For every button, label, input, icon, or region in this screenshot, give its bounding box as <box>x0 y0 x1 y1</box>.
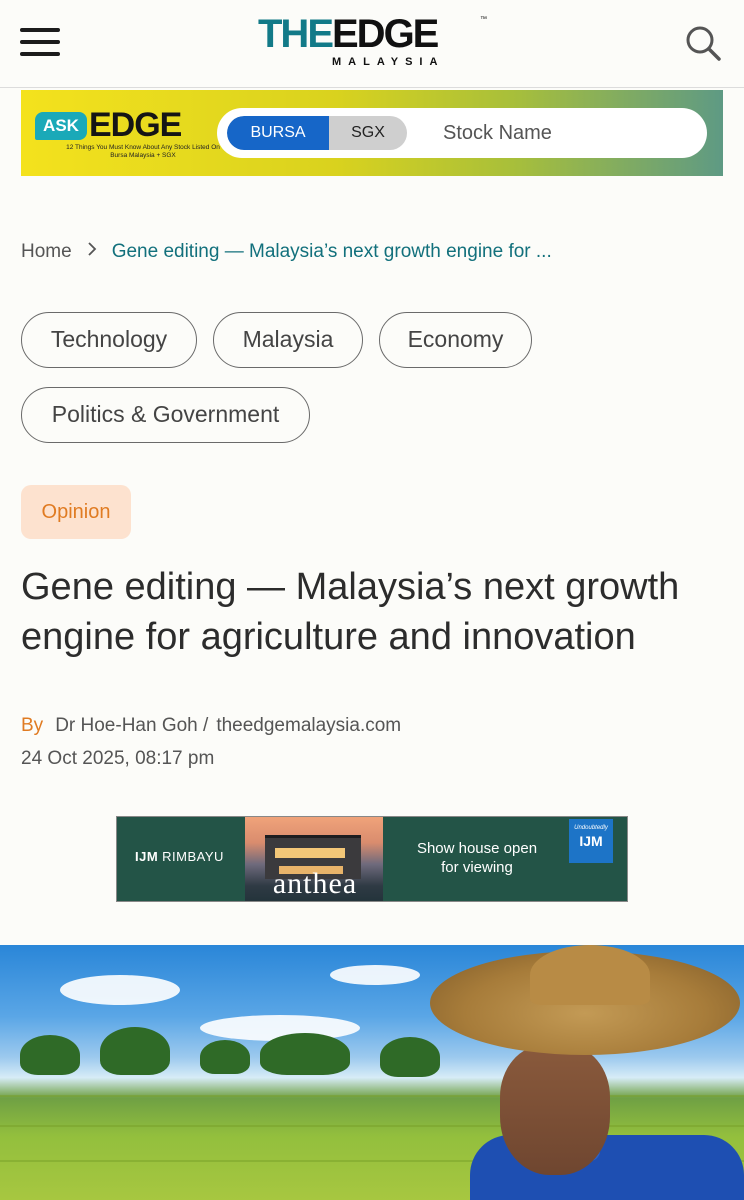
breadcrumb-home-link[interactable]: Home <box>21 241 72 262</box>
chevron-right-icon <box>72 238 112 266</box>
the-edge-logo[interactable]: THEEDGE ™ MALAYSIA <box>258 14 488 70</box>
bursa-tab[interactable]: BURSA <box>227 116 329 150</box>
tree <box>20 1035 80 1075</box>
article-title: Gene editing — Malaysia’s next growth en… <box>21 566 680 658</box>
farmer-hat-crown <box>530 945 650 1005</box>
tree <box>260 1033 350 1075</box>
logo-edge: EDGE <box>332 12 439 56</box>
ad-message: Show house open for viewing <box>407 839 547 877</box>
hamburger-menu-icon[interactable] <box>20 28 62 58</box>
publish-date: 24 Oct 2025, 08:17 pm <box>21 748 215 769</box>
logo-subtitle: MALAYSIA <box>332 56 445 68</box>
tree <box>380 1037 440 1077</box>
stock-search-box: BURSA SGX <box>217 108 707 158</box>
author-link[interactable]: Dr Hoe-Han Goh / <box>55 715 208 736</box>
ask-edge-word: EDGE <box>89 106 182 144</box>
search-icon[interactable] <box>684 24 722 62</box>
tag-malaysia[interactable]: Malaysia <box>213 312 363 368</box>
exchange-toggle: BURSA SGX <box>227 116 407 150</box>
ad-brand: IJM RIMBAYU <box>135 849 224 864</box>
menu-bar <box>20 40 60 44</box>
category-badge-opinion[interactable]: Opinion <box>21 485 131 539</box>
ad-brand-ijm: IJM <box>135 849 159 864</box>
ijm-badge-logo: Undoubtedly IJM <box>569 819 613 863</box>
site-header: THEEDGE ™ MALAYSIA <box>0 0 744 88</box>
farmer-face <box>500 1045 610 1175</box>
ad-message-line1: Show house open <box>416 840 538 857</box>
stock-name-input[interactable] <box>443 118 683 148</box>
logo-wordmark: THEEDGE <box>258 12 439 56</box>
ad-badge-tagline: Undoubtedly <box>574 825 608 831</box>
ad-brand-rimbayu: RIMBAYU <box>162 849 224 864</box>
cloud <box>330 965 420 985</box>
ask-edge-tagline: 12 Things You Must Know About Any Stock … <box>66 144 220 159</box>
byline: By Dr Hoe-Han Goh / theedgemalaysia.com <box>21 712 721 740</box>
tag-economy[interactable]: Economy <box>379 312 532 368</box>
sgx-tab[interactable]: SGX <box>329 116 407 150</box>
ask-edge-logo[interactable]: ASK EDGE 12 Things You Must Know About A… <box>35 106 225 166</box>
field-row <box>0 1095 744 1097</box>
tree <box>200 1040 250 1074</box>
ad-message-line2: for viewing <box>441 859 513 876</box>
article-hero-image <box>0 945 744 1200</box>
cloud <box>60 975 180 1005</box>
breadcrumb: Home Gene editing — Malaysia’s next growt… <box>21 238 721 266</box>
menu-bar <box>20 52 60 56</box>
tag-technology[interactable]: Technology <box>21 312 197 368</box>
logo-trademark: ™ <box>480 16 487 23</box>
ask-edge-banner: ASK EDGE 12 Things You Must Know About A… <box>21 90 723 176</box>
logo-the: THE <box>258 12 334 56</box>
source-link[interactable]: theedgemalaysia.com <box>216 715 401 736</box>
ad-project-name: anthea <box>272 867 358 900</box>
field-row <box>0 1125 744 1127</box>
ad-house-photo: anthea <box>245 817 383 901</box>
menu-bar <box>20 28 60 32</box>
by-label: By <box>21 715 44 736</box>
breadcrumb-current-link[interactable]: Gene editing — Malaysia’s next growth en… <box>112 241 552 262</box>
ad-badge-text: IJM <box>579 833 603 849</box>
tag-politics-government[interactable]: Politics & Government <box>21 387 310 443</box>
ask-bubble: ASK <box>35 112 87 140</box>
ijm-rimbayu-ad[interactable]: IJM RIMBAYU anthea Show house open for vi… <box>116 816 628 902</box>
tree <box>100 1027 170 1075</box>
